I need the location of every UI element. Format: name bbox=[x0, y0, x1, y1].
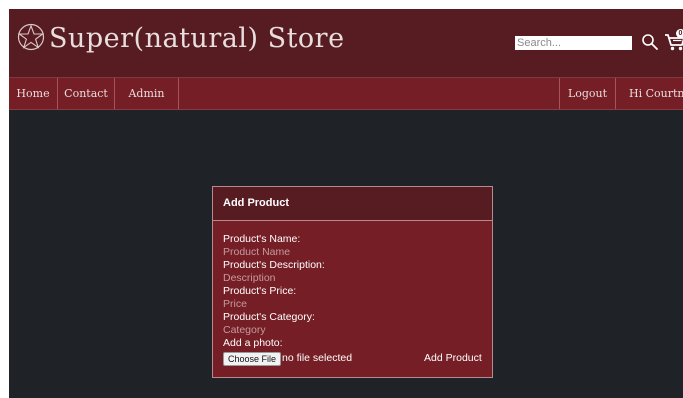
file-status-text: no file selected bbox=[282, 352, 353, 364]
file-upload-row: Choose File no file selected Add Product bbox=[223, 351, 485, 366]
product-category-label: Product's Category: bbox=[223, 311, 315, 323]
photo-label: Add a photo: bbox=[223, 337, 283, 349]
product-description-input[interactable] bbox=[223, 272, 423, 285]
add-product-card: Add Product Product's Name: Product's De… bbox=[212, 186, 493, 378]
cart-count-badge: 0 bbox=[676, 29, 683, 38]
nav-contact-link[interactable]: Contact bbox=[58, 78, 115, 109]
nav-admin-link[interactable]: Admin bbox=[115, 78, 179, 109]
nav-home-link[interactable]: Home bbox=[9, 78, 58, 109]
add-product-form: Product's Name: Product's Description: P… bbox=[223, 233, 485, 366]
add-product-button[interactable]: Add Product bbox=[424, 351, 482, 365]
product-price-label: Product's Price: bbox=[223, 285, 297, 297]
card-title: Add Product bbox=[213, 187, 492, 221]
product-description-label: Product's Description: bbox=[223, 259, 325, 271]
choose-file-button[interactable]: Choose File bbox=[223, 352, 282, 366]
page: Super(natural) Store 0 Home Contact Admi… bbox=[9, 9, 683, 398]
site-header: Super(natural) Store 0 bbox=[9, 9, 683, 78]
search-input[interactable] bbox=[515, 36, 632, 50]
product-name-label: Product's Name: bbox=[223, 233, 301, 245]
product-category-input[interactable] bbox=[223, 324, 423, 337]
nav-user-greeting[interactable]: Hi Courtney bbox=[616, 78, 683, 109]
search-icon[interactable] bbox=[641, 33, 659, 51]
site-title[interactable]: Super(natural) Store bbox=[49, 23, 345, 54]
nav-logout-link[interactable]: Logout bbox=[559, 78, 616, 109]
navbar: Home Contact Admin Logout Hi Courtney bbox=[9, 78, 683, 110]
product-price-input[interactable] bbox=[223, 298, 423, 311]
product-name-input[interactable] bbox=[223, 246, 423, 259]
pentagram-logo-icon[interactable] bbox=[17, 23, 45, 51]
